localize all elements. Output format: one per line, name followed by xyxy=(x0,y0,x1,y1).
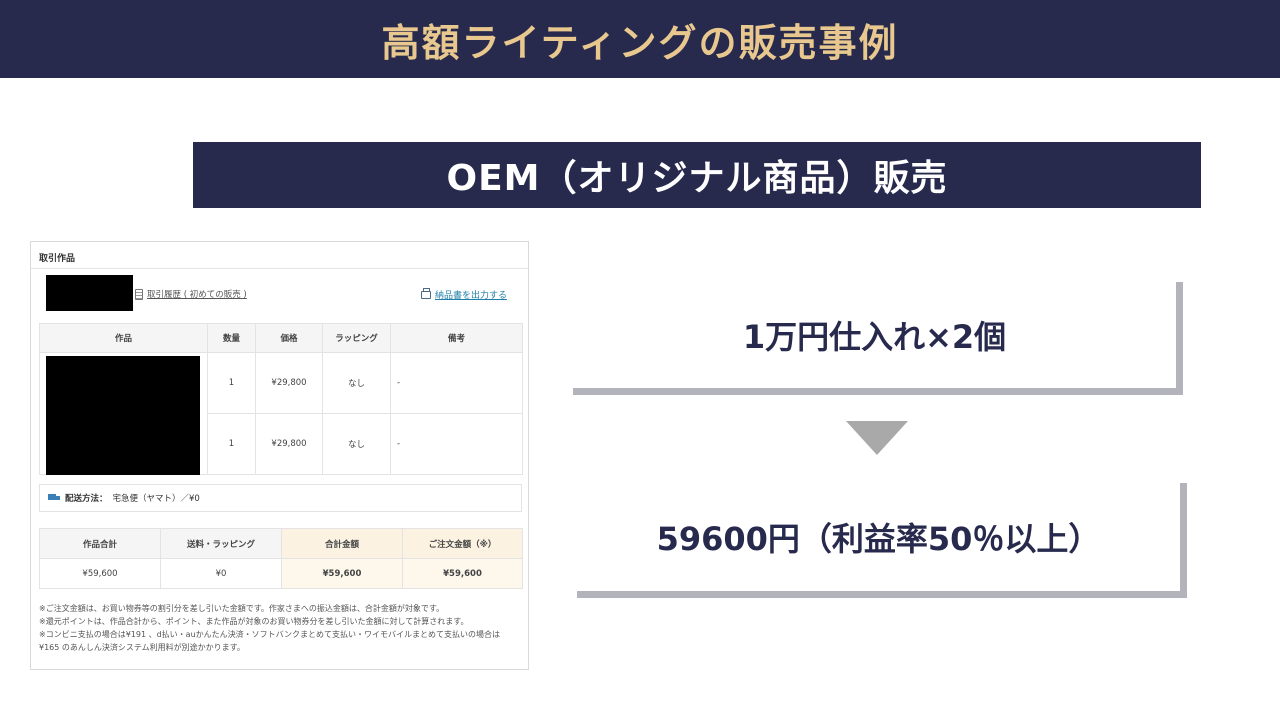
totals-header: ご注文金額（※） xyxy=(402,528,523,559)
page-title: 高額ライティングの販売事例 xyxy=(381,20,899,65)
shipping-label: 配送方法： xyxy=(65,494,108,504)
redacted-product-image xyxy=(39,352,208,475)
print-invoice[interactable]: 納品書を出力する xyxy=(420,287,507,301)
column-header: ラッピング xyxy=(322,323,391,353)
section-title: OEM（オリジナル商品）販売 xyxy=(446,158,948,199)
purchase-cost-box: 1万円仕入れ×2個 xyxy=(573,282,1183,395)
qty-cell: 1 xyxy=(207,413,256,475)
column-header: 作品 xyxy=(39,323,208,353)
printer-icon xyxy=(420,287,431,299)
totals-table: 作品合計 送料・ラッピング 合計金額 ご注文金額（※） ¥59,600 ¥0 ¥… xyxy=(39,528,523,589)
subtotal-value: ¥59,600 xyxy=(39,558,161,589)
footnote: ※ご注文金額は、お買い物券等の割引分を差し引いた金額です。作家さまへの振込金額は… xyxy=(39,604,445,613)
sub-banner: OEM（オリジナル商品）販売 xyxy=(193,142,1201,208)
arrow-down-icon xyxy=(846,421,908,455)
document-icon xyxy=(135,288,143,300)
panel-title: 取引作品 xyxy=(39,254,76,264)
qty-cell: 1 xyxy=(207,352,256,414)
top-banner: 高額ライティングの販売事例 xyxy=(0,0,1280,78)
footnote: ¥165 のあんしん決済システム利用料が別途かかります。 xyxy=(39,643,245,652)
divider xyxy=(31,268,528,269)
totals-header: 送料・ラッピング xyxy=(160,528,282,559)
order-screenshot-panel: 取引作品 取引履歴 ( 初めての販売 ) 納品書を出力する 作品 数量 価格 ラ… xyxy=(30,241,529,670)
column-header: 数量 xyxy=(207,323,256,353)
print-invoice-link[interactable]: 納品書を出力する xyxy=(435,288,507,301)
wrapping-cell: なし xyxy=(322,352,391,414)
shipping-method: 配送方法： 宅急便（ヤマト）／¥0 xyxy=(39,484,522,512)
price-cell: ¥29,800 xyxy=(255,352,323,414)
shipping-value: 宅急便（ヤマト）／¥0 xyxy=(112,494,200,504)
price-cell: ¥29,800 xyxy=(255,413,323,475)
shipping-wrapping-value: ¥0 xyxy=(160,558,282,589)
wrapping-cell: なし xyxy=(322,413,391,475)
footnote: ※コンビニ支払の場合は¥191 、d払い・auかんたん決済・ソフトバンクまとめて… xyxy=(39,630,501,639)
note-cell: - xyxy=(390,352,523,414)
order-amount-value: ¥59,600 xyxy=(402,558,523,589)
footnotes: ※ご注文金額は、お買い物券等の割引分を差し引いた金額です。作家さまへの振込金額は… xyxy=(39,602,522,654)
total-value: ¥59,600 xyxy=(281,558,403,589)
totals-header: 作品合計 xyxy=(39,528,161,559)
history-link[interactable]: 取引履歴 ( 初めての販売 ) xyxy=(147,288,247,300)
sales-result-box: 59600円（利益率50％以上） xyxy=(577,483,1187,598)
purchase-cost-text: 1万円仕入れ×2個 xyxy=(742,318,1007,356)
transaction-history[interactable]: 取引履歴 ( 初めての販売 ) xyxy=(135,288,247,300)
totals-header: 合計金額 xyxy=(281,528,403,559)
note-cell: - xyxy=(390,413,523,475)
items-table: 作品 数量 価格 ラッピング 備考 1 ¥29,800 なし - 1 ¥29,8… xyxy=(39,323,523,475)
column-header: 備考 xyxy=(390,323,523,353)
redacted-buyer-name xyxy=(46,275,133,311)
table-row: 1 ¥29,800 なし - xyxy=(39,352,523,475)
footnote: ※還元ポイントは、作品合計から、ポイント、また作品が対象のお買い物券分を差し引い… xyxy=(39,617,469,626)
truck-icon xyxy=(48,494,60,502)
column-header: 価格 xyxy=(255,323,323,353)
sales-result-text: 59600円（利益率50％以上） xyxy=(656,520,1101,558)
